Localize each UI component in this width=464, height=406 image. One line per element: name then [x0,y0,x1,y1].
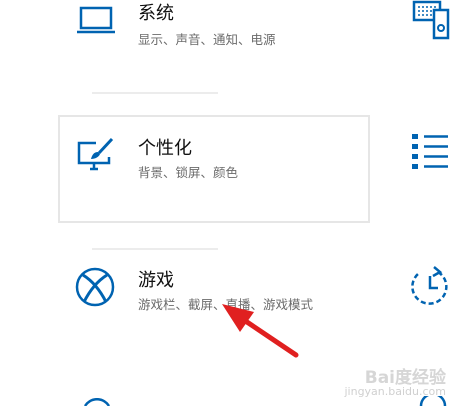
watermark-brand: Bai度经验 [364,368,446,388]
watermark: Bai度经验 jingyan.baidu.com [344,368,446,399]
red-arrow-annotation [222,304,299,358]
watermark-url: jingyan.baidu.com [344,385,446,398]
